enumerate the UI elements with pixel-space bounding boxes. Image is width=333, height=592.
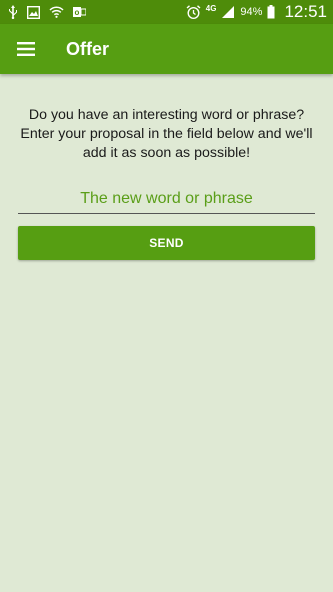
status-system: 4G 94% 12:51 xyxy=(186,2,327,22)
status-bar: o 4G 94% 12:51 xyxy=(0,0,333,24)
gallery-icon xyxy=(27,5,40,19)
signal-icon xyxy=(221,5,235,19)
outlook-icon: o xyxy=(73,6,86,18)
app-bar: Offer xyxy=(0,24,333,74)
offer-form: Do you have an interesting word or phras… xyxy=(0,74,333,592)
hamburger-menu-icon xyxy=(17,42,35,56)
offer-description: Do you have an interesting word or phras… xyxy=(20,107,313,161)
word-input-container xyxy=(18,184,315,214)
alarm-icon xyxy=(186,4,201,20)
status-notifications: o xyxy=(8,5,86,19)
usb-icon xyxy=(8,5,18,19)
menu-button[interactable] xyxy=(0,24,52,74)
clock: 12:51 xyxy=(284,2,327,21)
battery-icon xyxy=(267,5,275,19)
wifi-icon xyxy=(49,6,64,18)
network-type: 4G xyxy=(205,4,217,13)
page-title: Offer xyxy=(66,38,110,59)
send-button[interactable]: SEND xyxy=(18,226,315,260)
word-or-phrase-input[interactable] xyxy=(18,184,315,213)
svg-text:o: o xyxy=(75,8,80,17)
battery-percent: 94% xyxy=(240,6,263,18)
